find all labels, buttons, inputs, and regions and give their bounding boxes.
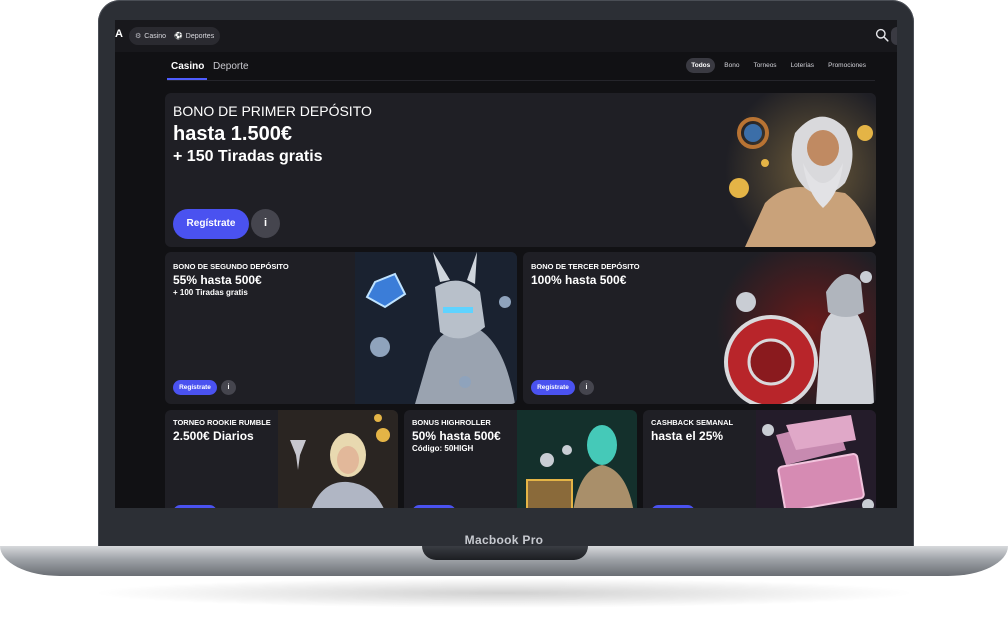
card-headline: hasta el 25% xyxy=(651,429,724,443)
gear-icon: ⚙ xyxy=(135,33,142,40)
account-button[interactable] xyxy=(891,27,897,45)
filter-bono[interactable]: Bono xyxy=(719,58,744,73)
register-button[interactable] xyxy=(412,505,456,508)
hero-subheadline: + 150 Tiradas gratis xyxy=(173,148,323,165)
card-subheadline: + 100 Tiradas gratis xyxy=(173,288,248,297)
info-icon[interactable]: i xyxy=(221,380,236,395)
filter-todos[interactable]: Todos xyxy=(686,58,716,73)
promo-card-third-deposit[interactable]: BONO DE TERCER DEPÓSITO 100% hasta 500€ … xyxy=(523,252,876,404)
info-icon[interactable]: i xyxy=(251,209,280,238)
register-button[interactable] xyxy=(651,505,695,508)
laptop-notch xyxy=(422,546,588,560)
card-kicker: BONO DE SEGUNDO DEPÓSITO xyxy=(173,262,289,271)
athena-illustration xyxy=(716,252,876,404)
anubis-illustration xyxy=(355,252,517,404)
card-kicker: BONUS HIGHROLLER xyxy=(412,418,491,427)
hero-headline: hasta 1.500€ xyxy=(173,123,292,145)
register-button[interactable]: Regístrate xyxy=(173,380,217,395)
register-button[interactable]: Regístrate xyxy=(531,380,575,395)
search-icon[interactable] xyxy=(875,28,889,42)
top-nav: ⚙ Casino ⚽ Deportes xyxy=(129,27,221,45)
nav-casino-label: Casino xyxy=(144,32,167,40)
zeus-illustration xyxy=(725,93,876,247)
info-icon[interactable]: i xyxy=(579,380,594,395)
promo-card-rookie-rumble[interactable]: TORNEO ROOKIE RUMBLE 2.500€ Diarios xyxy=(165,410,398,508)
active-tab-indicator xyxy=(167,78,207,80)
nav-deportes[interactable]: ⚽ Deportes xyxy=(174,32,215,41)
tab-deporte[interactable]: Deporte xyxy=(213,61,249,72)
highroller-illustration xyxy=(517,410,637,508)
device-label: Macbook Pro xyxy=(464,533,544,547)
card-kicker: TORNEO ROOKIE RUMBLE xyxy=(173,418,271,427)
hero-kicker: BONO DE PRIMER DEPÓSITO xyxy=(173,103,372,119)
hero-promo-card[interactable]: BONO DE PRIMER DEPÓSITO hasta 1.500€ + 1… xyxy=(165,93,876,247)
top-bar: A ⚙ Casino ⚽ Deportes xyxy=(115,20,897,52)
hero-register-button[interactable]: Regístrate xyxy=(173,209,249,239)
logo[interactable]: A xyxy=(115,28,123,40)
promo-card-highroller[interactable]: BONUS HIGHROLLER 50% hasta 500€ Código: … xyxy=(404,410,637,508)
card-headline: 55% hasta 500€ xyxy=(173,273,262,287)
card-headline: 100% hasta 500€ xyxy=(531,273,627,287)
lady-fortune-illustration xyxy=(278,410,398,508)
filter-promociones[interactable]: Promociones xyxy=(823,58,871,73)
filter-torneos[interactable]: Torneos xyxy=(748,58,781,73)
nav-deportes-label: Deportes xyxy=(185,32,215,40)
card-headline: 50% hasta 500€ xyxy=(412,429,501,443)
card-kicker: BONO DE TERCER DEPÓSITO xyxy=(531,262,640,271)
screen: A ⚙ Casino ⚽ Deportes Casino Deporte Tod… xyxy=(115,20,897,508)
promo-card-second-deposit[interactable]: BONO DE SEGUNDO DEPÓSITO 55% hasta 500€ … xyxy=(165,252,517,404)
tab-casino[interactable]: Casino xyxy=(171,61,204,72)
card-promo-code: Código: 50HIGH xyxy=(412,444,474,453)
cashback-illustration xyxy=(756,410,876,508)
card-headline: 2.500€ Diarios xyxy=(173,429,254,443)
card-kicker: CASHBACK SEMANAL xyxy=(651,418,734,427)
promo-filters: Todos Bono Torneos Loterías Promociones xyxy=(686,58,871,73)
filter-loterias[interactable]: Loterías xyxy=(786,58,820,73)
ball-icon: ⚽ xyxy=(174,33,183,40)
promo-card-cashback[interactable]: CASHBACK SEMANAL hasta el 25% xyxy=(643,410,876,508)
register-button[interactable] xyxy=(173,505,217,508)
nav-casino[interactable]: ⚙ Casino xyxy=(135,32,167,41)
laptop-shadow xyxy=(90,578,918,608)
